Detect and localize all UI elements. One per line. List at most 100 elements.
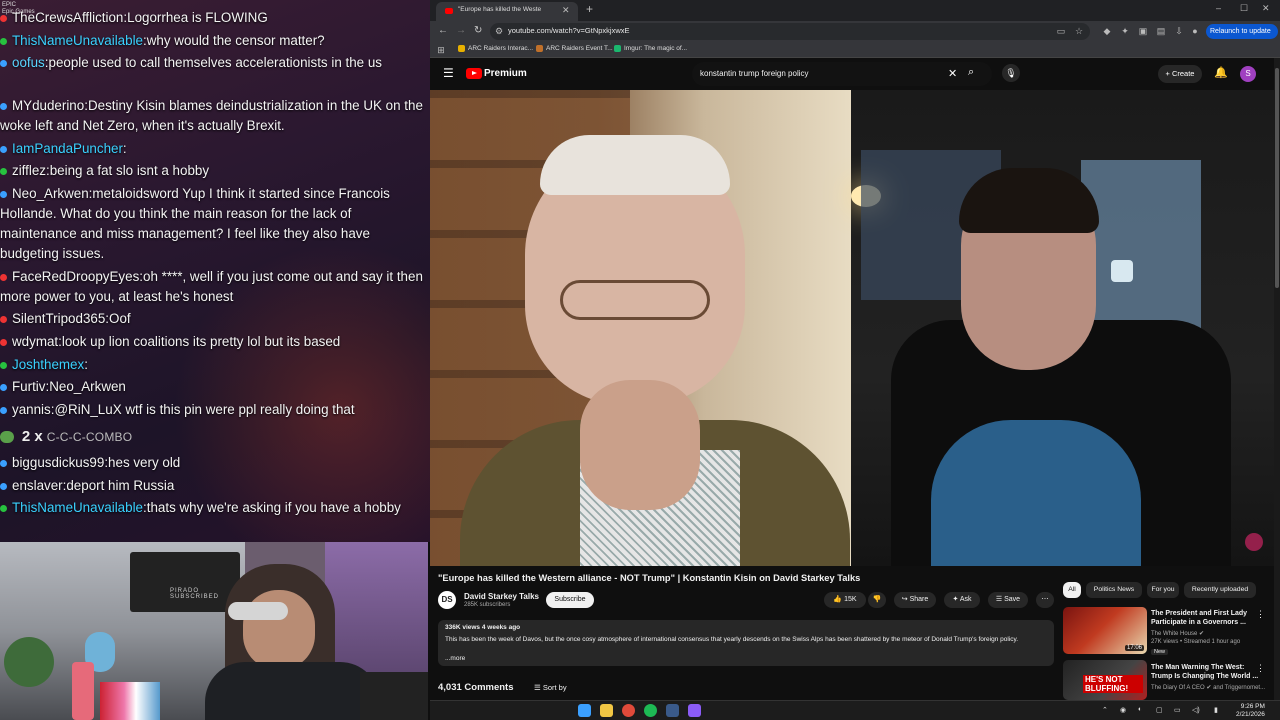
scrollbar-thumb[interactable] bbox=[1275, 68, 1279, 288]
bookmark-3[interactable]: Imgur: The magic of... bbox=[614, 45, 687, 52]
spotify-icon[interactable] bbox=[644, 704, 657, 717]
rec-channel-2[interactable]: The Diary Of A CEO ✔ and Triggernomet... bbox=[1151, 684, 1265, 691]
apps-grid-icon[interactable]: ⊞ bbox=[436, 45, 446, 55]
chat-username[interactable]: ThisNameUnavailable bbox=[12, 500, 143, 515]
start-icon[interactable] bbox=[578, 704, 591, 717]
youtube-logo-icon[interactable] bbox=[466, 68, 482, 79]
obs-icon[interactable] bbox=[688, 704, 701, 717]
notifications-bell-icon[interactable]: 🔔 bbox=[1214, 66, 1228, 79]
chat-username[interactable]: Neo_Arkwen bbox=[12, 186, 89, 201]
tab-youtube-video[interactable]: "Europe has killed the Weste ✕ bbox=[436, 2, 578, 21]
chat-username[interactable]: biggusdickus99 bbox=[12, 455, 104, 470]
search-icon[interactable]: ⌕ bbox=[968, 66, 982, 80]
subscribe-button[interactable]: Subscribe bbox=[546, 592, 594, 608]
show-more-link[interactable]: ...more bbox=[445, 655, 465, 662]
save-button[interactable]: ☰ Save bbox=[988, 592, 1028, 608]
chat-message: ThisNameUnavailable:why would the censor… bbox=[0, 31, 430, 51]
chat-username[interactable]: Furtiv bbox=[12, 379, 45, 394]
epic-games-badge: EPIC Epic Games bbox=[2, 2, 35, 15]
network-icon[interactable]: ▭ bbox=[1174, 706, 1181, 714]
chat-username[interactable]: MYduderino bbox=[12, 98, 84, 113]
chip-for-you[interactable]: For you bbox=[1147, 582, 1179, 598]
create-button[interactable]: + Create bbox=[1158, 65, 1202, 83]
back-icon[interactable]: ← bbox=[438, 25, 448, 36]
chrome-icon[interactable] bbox=[622, 704, 635, 717]
close-window-icon[interactable]: ✕ bbox=[1262, 3, 1270, 14]
bookmark-2[interactable]: ARC Raiders Event T... bbox=[536, 45, 613, 52]
like-button[interactable]: 👍 15K bbox=[824, 592, 866, 608]
site-info-icon[interactable]: ⚙ bbox=[494, 26, 504, 36]
volume-icon[interactable]: ◁) bbox=[1192, 706, 1200, 714]
video-description[interactable]: 336K views 4 weeks ago This has been the… bbox=[438, 620, 1054, 666]
search-input[interactable]: konstantin trump foreign policy ✕ bbox=[692, 62, 992, 86]
channel-name[interactable]: David Starkey Talks bbox=[464, 592, 539, 601]
sort-comments-button[interactable]: ☰ Sort by bbox=[534, 683, 567, 692]
install-app-icon[interactable]: ▭ bbox=[1056, 26, 1066, 36]
forward-icon[interactable]: → bbox=[456, 25, 466, 36]
maximize-icon[interactable]: ☐ bbox=[1240, 3, 1248, 14]
rec-title-2[interactable]: The Man Warning The West: Trump Is Chang… bbox=[1151, 663, 1261, 681]
chat-username[interactable]: yannis bbox=[12, 402, 51, 417]
chat-username[interactable]: zifflez bbox=[12, 163, 46, 178]
badge-icon bbox=[0, 59, 7, 67]
new-tab-button[interactable]: + bbox=[586, 2, 593, 16]
chat-message: SilentTripod365:Oof bbox=[0, 309, 430, 329]
side-panel-icon[interactable]: ▤ bbox=[1156, 26, 1166, 36]
tray-chevron-icon[interactable]: ⌃ bbox=[1102, 706, 1108, 714]
hamburger-menu-icon[interactable]: ☰ bbox=[443, 67, 455, 79]
more-actions-button[interactable]: ⋯ bbox=[1036, 592, 1054, 608]
badge-icon bbox=[0, 167, 7, 175]
bookmark-1[interactable]: ARC Raiders Interac... bbox=[458, 45, 533, 52]
chat-username[interactable]: wdymat bbox=[12, 334, 58, 349]
download-icon[interactable]: ⇩ bbox=[1174, 26, 1184, 36]
clear-search-icon[interactable]: ✕ bbox=[948, 67, 957, 80]
chip-recently-uploaded[interactable]: Recently uploaded bbox=[1184, 582, 1256, 598]
reload-icon[interactable]: ↻ bbox=[474, 25, 482, 36]
tray-app-icon[interactable]: ▢ bbox=[1156, 706, 1163, 714]
chat-username[interactable]: Joshthemex bbox=[12, 357, 84, 372]
extensions-puzzle-icon[interactable]: ▣ bbox=[1138, 26, 1148, 36]
rec-more-icon[interactable]: ⋮ bbox=[1256, 609, 1265, 620]
minimize-icon[interactable]: – bbox=[1216, 3, 1221, 13]
tray-app-icon[interactable]: ◐ bbox=[1138, 706, 1142, 713]
dislike-button[interactable]: 👎 bbox=[868, 592, 886, 608]
rec-title-1[interactable]: The President and First Lady Participate… bbox=[1151, 609, 1261, 627]
ask-button[interactable]: ✦ Ask bbox=[944, 592, 980, 608]
youtube-premium-label[interactable]: Premium bbox=[484, 68, 527, 79]
video-player[interactable] bbox=[430, 90, 1274, 566]
rec-thumbnail-1[interactable]: 17:06 bbox=[1063, 607, 1147, 654]
rec-more-icon[interactable]: ⋮ bbox=[1256, 663, 1265, 674]
video-left-guest bbox=[430, 90, 851, 566]
profile-icon[interactable]: ● bbox=[1190, 26, 1200, 36]
rec-thumbnail-2[interactable]: HE'S NOT BLUFFING! bbox=[1063, 660, 1147, 700]
chip-all[interactable]: All bbox=[1063, 582, 1081, 598]
chat-username[interactable]: oofus bbox=[12, 55, 45, 70]
account-avatar[interactable]: S bbox=[1240, 66, 1256, 82]
rec-channel-1[interactable]: The White House ✔ bbox=[1151, 630, 1204, 637]
chat-username[interactable]: SilentTripod365 bbox=[12, 311, 105, 326]
chat-username[interactable]: FaceRedDroopyEyes bbox=[12, 269, 139, 284]
steam-icon[interactable] bbox=[666, 704, 679, 717]
close-tab-icon[interactable]: ✕ bbox=[562, 5, 570, 16]
chat-username[interactable]: enslaver bbox=[12, 478, 63, 493]
chat-message: Furtiv:Neo_Arkwen bbox=[0, 377, 430, 397]
channel-avatar[interactable]: DS bbox=[438, 591, 456, 609]
extension-icon-2[interactable]: ✦ bbox=[1120, 26, 1130, 36]
channel-watermark-icon[interactable] bbox=[1245, 533, 1263, 551]
chip-politics-news[interactable]: Politics News bbox=[1086, 582, 1142, 598]
file-explorer-icon[interactable] bbox=[600, 704, 613, 717]
share-button[interactable]: ↪ Share bbox=[894, 592, 936, 608]
chat-combo: 2 x C-C-C-COMBO bbox=[0, 428, 132, 445]
chat-username[interactable]: ThisNameUnavailable bbox=[12, 33, 143, 48]
system-clock[interactable]: 9:26 PM 2/21/2026 bbox=[1236, 703, 1265, 719]
voice-search-icon[interactable]: 🎙 bbox=[1002, 64, 1020, 82]
page-scrollbar[interactable] bbox=[1274, 58, 1280, 700]
extension-icon-1[interactable]: ◆ bbox=[1102, 26, 1112, 36]
chat-username[interactable]: IamPandaPuncher bbox=[12, 141, 123, 156]
relaunch-to-update-button[interactable]: Relaunch to update bbox=[1206, 24, 1278, 39]
chat-text: being a fat slo isnt a hobby bbox=[49, 163, 210, 178]
bookmark-star-icon[interactable]: ☆ bbox=[1074, 26, 1084, 36]
tray-app-icon[interactable]: ◉ bbox=[1120, 706, 1126, 714]
url-bar[interactable]: ⚙ youtube.com/watch?v=GtNpxkjxwxE ▭ ☆ bbox=[490, 23, 1090, 40]
battery-icon[interactable]: ▮ bbox=[1214, 706, 1218, 714]
